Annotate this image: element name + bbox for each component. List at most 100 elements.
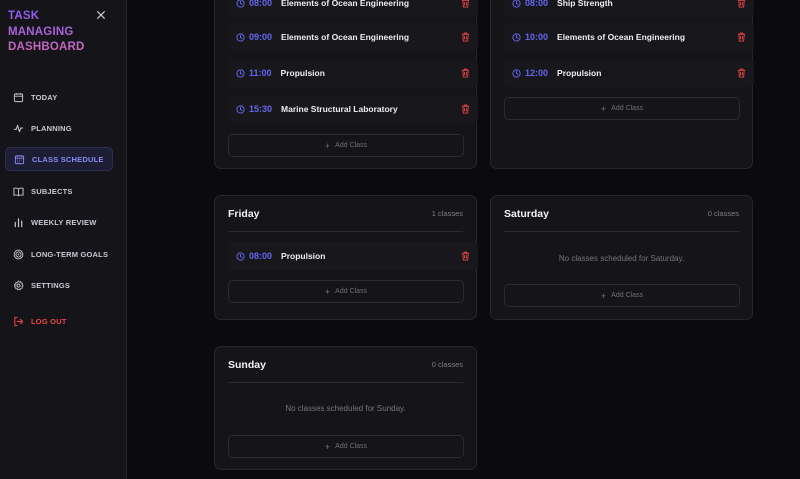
target-icon <box>13 249 24 259</box>
class-time: 08:00 <box>525 0 549 8</box>
sidebar-item-label: CLASS SCHEDULE <box>32 154 104 164</box>
class-time: 15:30 <box>249 104 273 114</box>
sidebar-item-subjects[interactable]: SUBJECTS <box>5 179 113 203</box>
plus-icon: + <box>600 103 607 114</box>
class-name: Marine Structural Laboratory <box>281 104 398 114</box>
gear-icon <box>13 279 24 290</box>
class-row: 15:30 Marine Structural Laboratory <box>228 95 478 123</box>
empty-schedule-message: No classes scheduled for Saturday. <box>558 254 685 263</box>
close-sidebar-button[interactable] <box>95 10 107 22</box>
add-class-label: Add Class <box>611 292 644 299</box>
add-class-button[interactable]: + Add Class <box>228 280 464 303</box>
bar-chart-icon <box>14 217 23 227</box>
class-row: 08:00 Propulsion <box>228 242 478 270</box>
book-icon <box>13 187 24 196</box>
day-card-sunday: Sunday 0 classes No classes scheduled fo… <box>214 346 477 470</box>
sidebar-item-long-term-goals[interactable]: LONG-TERM GOALS <box>5 242 113 266</box>
day-card-partial-right: 08:00 Ship Strength 10:00 Elements of Oc… <box>490 0 754 169</box>
class-count: 0 classes <box>707 209 739 218</box>
sidebar-item-planning[interactable]: PLANNING <box>5 116 113 140</box>
calendar-icon <box>13 92 24 102</box>
day-card-friday: Friday 1 classes 08:00 Propulsion + Add … <box>214 195 478 320</box>
sidebar-item-label: TODAY <box>31 92 58 102</box>
clock-icon <box>512 32 521 42</box>
class-time: 12:00 <box>525 68 549 78</box>
add-class-label: Add Class <box>611 105 644 112</box>
class-time: 08:00 <box>249 251 273 261</box>
day-card-partial-left: 08:00 Elements of Ocean Engineering 09:0… <box>214 0 478 169</box>
class-count: 1 classes <box>431 209 463 218</box>
sidebar-item-label: LOG OUT <box>31 316 67 326</box>
sidebar-item-logout[interactable]: LOG OUT <box>5 309 113 333</box>
sidebar-item-label: LONG-TERM GOALS <box>31 249 109 259</box>
delete-class-icon[interactable] <box>737 0 746 8</box>
class-name: Elements of Ocean Engineering <box>281 0 410 8</box>
logout-icon <box>14 316 24 326</box>
day-card-header: Sunday 0 classes <box>228 347 463 383</box>
sidebar-item-label: PLANNING <box>31 123 72 133</box>
schedule-icon <box>14 154 25 164</box>
class-name: Elements of Ocean Engineering <box>281 32 410 42</box>
day-card-header: Friday 1 classes <box>228 196 463 232</box>
sidebar-item-weekly-review[interactable]: WEEKLY REVIEW <box>5 210 113 234</box>
class-name: Propulsion <box>280 68 325 78</box>
add-class-button[interactable]: + Add Class <box>504 97 740 120</box>
class-count: 0 classes <box>431 360 463 369</box>
sidebar-item-class-schedule[interactable]: CLASS SCHEDULE <box>5 147 113 171</box>
add-class-button[interactable]: + Add Class <box>504 284 740 307</box>
class-name: Propulsion <box>557 68 602 78</box>
app-root: TASK MANAGING DASHBOARD TODAY PLANNING C… <box>0 0 800 479</box>
sidebar: TASK MANAGING DASHBOARD TODAY PLANNING C… <box>0 0 127 479</box>
day-card-saturday: Saturday 0 classes No classes scheduled … <box>490 195 753 320</box>
class-time: 09:00 <box>249 32 273 42</box>
class-row: 08:00 Ship Strength <box>504 0 754 17</box>
app-logo: TASK MANAGING DASHBOARD <box>8 9 98 56</box>
close-icon <box>97 11 105 19</box>
clock-icon <box>236 104 245 114</box>
class-row: 10:00 Elements of Ocean Engineering <box>504 23 754 51</box>
class-name: Elements of Ocean Engineering <box>557 32 686 42</box>
sidebar-item-label: WEEKLY REVIEW <box>31 217 97 227</box>
empty-schedule-message: No classes scheduled for Sunday. <box>285 404 406 413</box>
clock-icon <box>512 0 521 8</box>
clock-icon <box>236 0 245 8</box>
activity-icon <box>13 124 24 132</box>
plus-icon: + <box>600 290 607 301</box>
delete-class-icon[interactable] <box>461 68 470 78</box>
add-class-label: Add Class <box>335 288 368 295</box>
plus-icon: + <box>324 441 331 452</box>
delete-class-icon[interactable] <box>737 32 746 42</box>
class-row: 08:00 Elements of Ocean Engineering <box>228 0 478 17</box>
class-row: 09:00 Elements of Ocean Engineering <box>228 23 478 51</box>
class-name: Propulsion <box>281 251 326 261</box>
delete-class-icon[interactable] <box>461 0 470 8</box>
sidebar-item-settings[interactable]: SETTINGS <box>5 273 113 297</box>
delete-class-icon[interactable] <box>461 104 470 114</box>
clock-icon <box>512 68 521 78</box>
clock-icon <box>236 251 245 261</box>
day-title: Friday <box>228 207 260 220</box>
sidebar-item-label: SUBJECTS <box>31 186 73 196</box>
day-title: Saturday <box>504 207 549 220</box>
class-row: 11:00 Propulsion <box>228 59 478 87</box>
delete-class-icon[interactable] <box>461 32 470 42</box>
class-time: 11:00 <box>249 68 272 78</box>
day-card-header: Saturday 0 classes <box>504 196 739 232</box>
sidebar-item-today[interactable]: TODAY <box>5 85 113 109</box>
delete-class-icon[interactable] <box>461 251 470 261</box>
clock-icon <box>236 32 245 42</box>
plus-icon: + <box>324 286 331 297</box>
class-name: Ship Strength <box>557 0 613 8</box>
class-time: 10:00 <box>525 32 549 42</box>
add-class-button[interactable]: + Add Class <box>228 134 464 157</box>
day-title: Sunday <box>228 358 266 371</box>
class-schedule-main: 08:00 Elements of Ocean Engineering 09:0… <box>127 0 800 479</box>
plus-icon: + <box>324 140 331 151</box>
sidebar-item-label: SETTINGS <box>31 280 71 290</box>
add-class-button[interactable]: + Add Class <box>228 435 464 458</box>
class-time: 08:00 <box>249 0 273 8</box>
delete-class-icon[interactable] <box>737 68 746 78</box>
clock-icon <box>236 68 245 78</box>
add-class-label: Add Class <box>335 443 368 450</box>
add-class-label: Add Class <box>335 142 368 149</box>
